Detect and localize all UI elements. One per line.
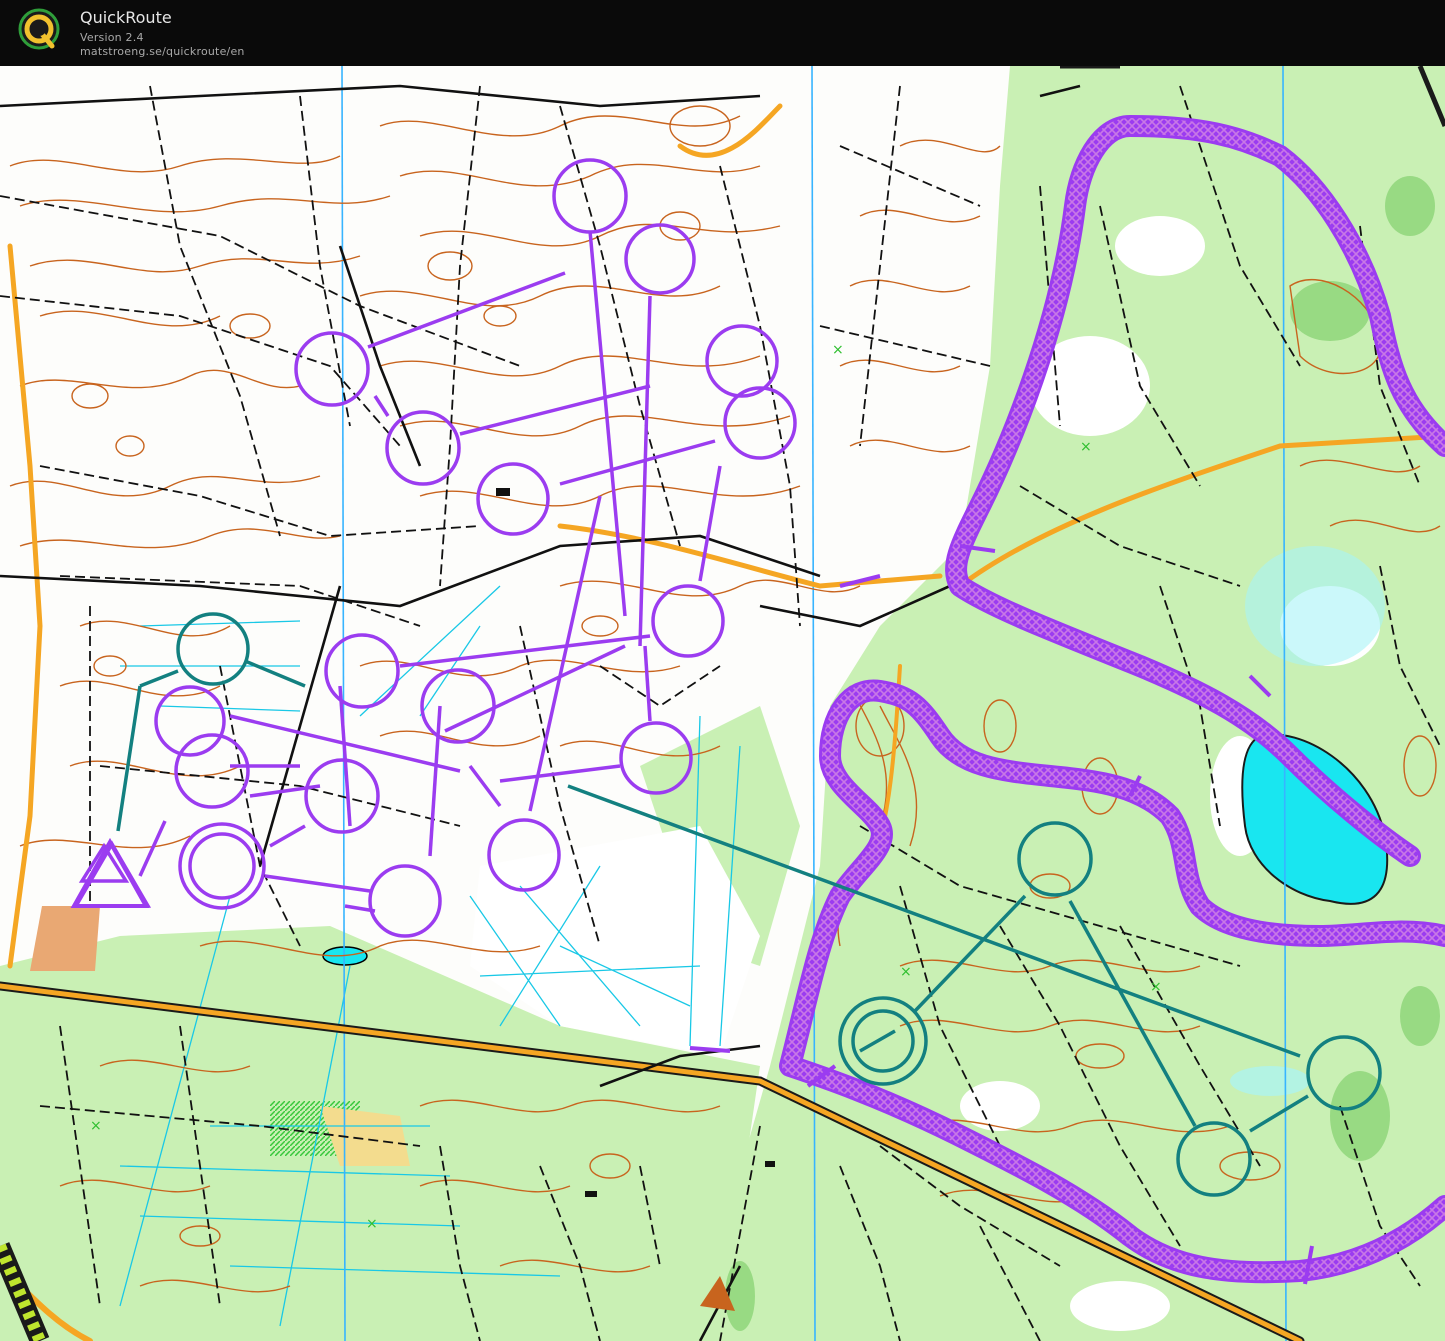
svg-text:×: ×: [366, 1216, 378, 1232]
orienteering-map[interactable]: × × × × × ×: [0, 66, 1445, 1341]
app-url[interactable]: matstroeng.se/quickroute/en: [80, 45, 245, 58]
app-title: QuickRoute: [80, 8, 172, 27]
app-header: QuickRoute Version 2.4 matstroeng.se/qui…: [0, 0, 1445, 67]
quickroute-logo-icon: [18, 8, 60, 50]
svg-text:×: ×: [832, 342, 844, 358]
svg-text:×: ×: [1150, 979, 1162, 995]
svg-text:×: ×: [1080, 439, 1092, 455]
svg-text:×: ×: [900, 964, 912, 980]
svg-text:×: ×: [90, 1118, 102, 1134]
app-version: Version 2.4: [80, 31, 144, 44]
